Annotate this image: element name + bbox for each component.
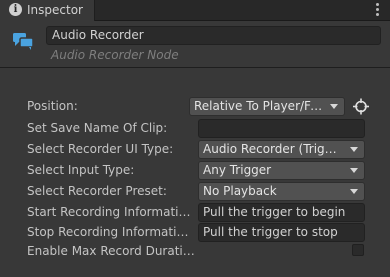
property-row-preset: Select Recorder Preset: No Playback	[0, 182, 390, 202]
chevron-down-icon	[350, 168, 358, 173]
position-label: Position:	[27, 99, 78, 113]
chevron-down-icon	[350, 189, 358, 194]
property-row-max-duration: Enable Max Record Duration	[0, 242, 390, 262]
speech-bubbles-icon	[13, 33, 34, 50]
property-row-stop-info: Stop Recording Information... Pull the t…	[0, 223, 390, 243]
inspector-header: Audio Recorder Audio Recorder Node	[0, 21, 390, 67]
preset-dropdown[interactable]: No Playback	[198, 182, 365, 201]
position-dropdown[interactable]: Relative To Player/Fro...	[189, 97, 345, 116]
property-row-ui-type: Select Recorder UI Type: Audio Recorder …	[0, 140, 390, 160]
property-row-start-info: Start Recording Information... Pull the …	[0, 203, 390, 223]
input-type-dropdown-value: Any Trigger	[203, 163, 272, 177]
info-icon: i	[9, 3, 22, 16]
tab-inspector[interactable]: i Inspector	[0, 0, 95, 21]
chevron-down-icon	[330, 104, 338, 109]
position-dropdown-value: Relative To Player/Fro...	[194, 99, 324, 113]
crosshair-icon[interactable]	[352, 97, 370, 116]
preset-label: Select Recorder Preset:	[27, 184, 167, 198]
ui-type-label: Select Recorder UI Type:	[27, 142, 174, 156]
max-duration-checkbox[interactable]	[352, 244, 364, 256]
property-row-position: Position: Relative To Player/Fro...	[0, 97, 390, 117]
tab-bar: i Inspector	[0, 0, 390, 21]
save-name-field[interactable]	[198, 119, 365, 138]
save-name-label: Set Save Name Of Clip:	[27, 121, 168, 135]
ui-type-dropdown-value: Audio Recorder (Trigger...	[203, 142, 344, 156]
node-name-field[interactable]: Audio Recorder	[46, 26, 381, 45]
property-row-input-type: Select Input Type: Any Trigger	[0, 161, 390, 181]
header-divider	[0, 67, 390, 68]
start-info-field[interactable]: Pull the trigger to begin	[198, 203, 365, 222]
start-info-label: Start Recording Information...	[27, 205, 195, 219]
inspector-window: i Inspector Audio Recorder Audio Recorde…	[0, 0, 390, 277]
preset-dropdown-value: No Playback	[203, 184, 277, 198]
kebab-menu-icon[interactable]	[376, 2, 380, 16]
input-type-label: Select Input Type:	[27, 163, 135, 177]
chevron-down-icon	[350, 147, 358, 152]
stop-info-label: Stop Recording Information...	[27, 225, 195, 239]
ui-type-dropdown[interactable]: Audio Recorder (Trigger...	[198, 140, 365, 159]
stop-info-field[interactable]: Pull the trigger to stop	[198, 223, 365, 242]
input-type-dropdown[interactable]: Any Trigger	[198, 161, 365, 180]
tab-title: Inspector	[27, 3, 83, 17]
node-type-subtitle: Audio Recorder Node	[51, 48, 179, 62]
property-row-save-name: Set Save Name Of Clip:	[0, 119, 390, 139]
max-duration-label: Enable Max Record Duration	[27, 244, 195, 258]
